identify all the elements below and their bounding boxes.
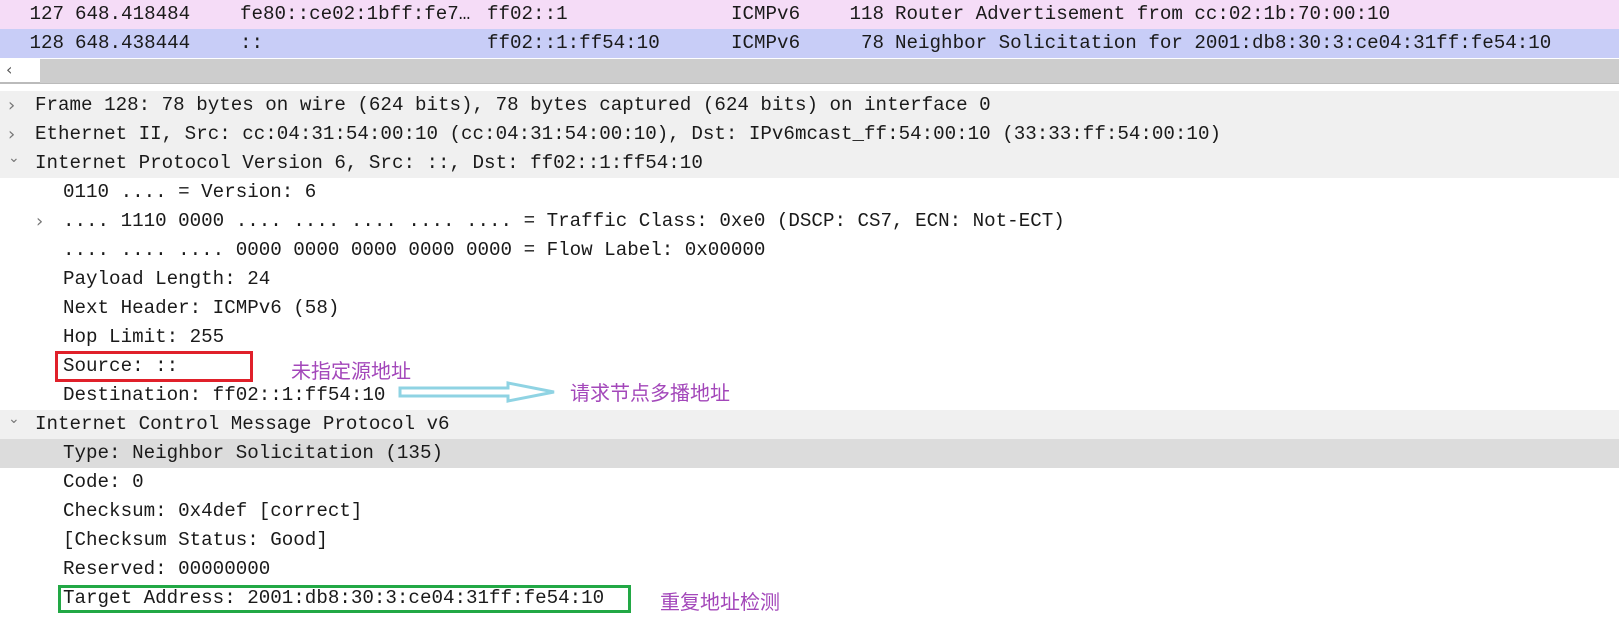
source-highlight-box bbox=[55, 351, 253, 382]
tree-item[interactable]: Hop Limit: 255 bbox=[0, 323, 1619, 352]
tree-item[interactable]: ⌄ Internet Protocol Version 6, Src: ::, D… bbox=[0, 149, 1619, 178]
tree-item-label: Internet Protocol Version 6, Src: ::, Ds… bbox=[35, 152, 703, 174]
packet-destination: ff02::1:ff54:10 bbox=[487, 32, 660, 54]
destination-note: 请求节点多播地址 bbox=[570, 381, 730, 405]
tree-item-label: Type: Neighbor Solicitation (135) bbox=[63, 442, 443, 464]
tree-item-label: Destination: ff02::1:ff54:10 bbox=[63, 384, 386, 406]
packet-info: Router Advertisement from cc:02:1b:70:00… bbox=[895, 3, 1391, 25]
horizontal-scrollbar[interactable]: ‹ bbox=[0, 58, 1619, 84]
tree-item[interactable]: Checksum: 0x4def [correct] bbox=[0, 497, 1619, 526]
packet-info: Neighbor Solicitation for 2001:db8:30:3:… bbox=[895, 32, 1552, 54]
chevron-right-icon[interactable]: › bbox=[8, 91, 15, 120]
packet-protocol: ICMPv6 bbox=[731, 3, 801, 25]
tree-item[interactable]: Reserved: 00000000 bbox=[0, 555, 1619, 584]
packet-row[interactable]: 127 648.418484 fe80::ce02:1bff:fe7… ff02::1… bbox=[0, 0, 1619, 29]
packet-source: fe80::ce02:1bff:fe7… bbox=[240, 3, 471, 25]
tree-item-label: Next Header: ICMPv6 (58) bbox=[63, 297, 340, 319]
tree-item[interactable]: › Ethernet II, Src: cc:04:31:54:00:10 (cc… bbox=[0, 120, 1619, 149]
tree-item[interactable]: › .... 1110 0000 .... .... .... .... ....… bbox=[0, 207, 1619, 236]
tree-item-label: [Checksum Status: Good] bbox=[63, 529, 328, 551]
tree-item[interactable]: 0110 .... = Version: 6 bbox=[0, 178, 1619, 207]
packet-no: 128 bbox=[29, 32, 64, 54]
tree-item-label: Payload Length: 24 bbox=[63, 268, 271, 290]
packet-time: 648.418484 bbox=[75, 3, 191, 25]
chevron-down-icon[interactable]: ⌄ bbox=[8, 405, 20, 434]
tree-item-label: Internet Control Message Protocol v6 bbox=[35, 413, 450, 435]
tree-item[interactable]: Destination: ff02::1:ff54:10 bbox=[0, 381, 1619, 410]
packet-no: 127 bbox=[29, 3, 64, 25]
chevron-right-icon[interactable]: › bbox=[36, 207, 43, 236]
packet-length: 118 bbox=[849, 3, 884, 25]
tree-item-label: .... .... .... 0000 0000 0000 0000 0000 … bbox=[63, 239, 766, 261]
scrollbar-thumb[interactable] bbox=[40, 59, 1619, 83]
packet-length: 78 bbox=[860, 32, 884, 54]
packet-time: 648.438444 bbox=[75, 32, 191, 54]
chevron-down-icon[interactable]: ⌄ bbox=[8, 144, 20, 173]
packet-row[interactable]: 128 648.438444:: ff02::1:ff54:10 ICMPv6 78 Ne… bbox=[0, 29, 1619, 58]
source-note: 未指定源地址 bbox=[291, 359, 411, 383]
tree-item[interactable]: Code: 0 bbox=[0, 468, 1619, 497]
packet-destination: ff02::1 bbox=[487, 3, 568, 25]
scroll-left-icon[interactable]: ‹ bbox=[6, 58, 12, 82]
tree-item-label: .... 1110 0000 .... .... .... .... .... … bbox=[63, 210, 1065, 232]
tree-item-label: 0110 .... = Version: 6 bbox=[63, 181, 317, 203]
packet-source: :: bbox=[240, 32, 264, 54]
tree-item[interactable]: Payload Length: 24 bbox=[0, 265, 1619, 294]
target-note: 重复地址检测 bbox=[660, 590, 780, 614]
tree-item-label: Frame 128: 78 bytes on wire (624 bits), … bbox=[35, 94, 991, 116]
tree-item[interactable]: ⌄ Internet Control Message Protocol v6 bbox=[0, 410, 1619, 439]
target-highlight-box bbox=[58, 585, 631, 613]
tree-item[interactable]: › Frame 128: 78 bytes on wire (624 bits),… bbox=[0, 91, 1619, 120]
tree-item[interactable]: [Checksum Status: Good] bbox=[0, 526, 1619, 555]
tree-item-label: Checksum: 0x4def [correct] bbox=[63, 500, 363, 522]
tree-item-label: Reserved: 00000000 bbox=[63, 558, 271, 580]
tree-item-label: Hop Limit: 255 bbox=[63, 326, 225, 348]
tree-item[interactable]: Next Header: ICMPv6 (58) bbox=[0, 294, 1619, 323]
tree-item[interactable]: .... .... .... 0000 0000 0000 0000 0000 … bbox=[0, 236, 1619, 265]
tree-item-label: Ethernet II, Src: cc:04:31:54:00:10 (cc:… bbox=[35, 123, 1221, 145]
tree-item-label: Code: 0 bbox=[63, 471, 144, 493]
tree-item[interactable]: Type: Neighbor Solicitation (135) bbox=[0, 439, 1619, 468]
packet-protocol: ICMPv6 bbox=[731, 32, 801, 54]
arrow-icon bbox=[398, 381, 555, 403]
